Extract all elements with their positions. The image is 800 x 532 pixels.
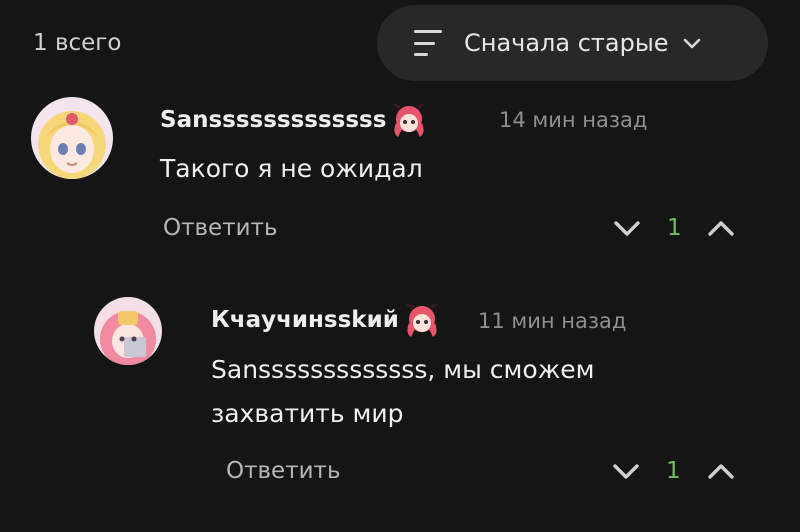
avatar[interactable]: [94, 297, 162, 365]
comment-count: 1 всего: [33, 30, 122, 56]
comment-text-line: захватить мир: [211, 399, 404, 428]
upvote-button[interactable]: [706, 459, 736, 483]
reply-button[interactable]: Ответить: [226, 458, 341, 484]
author-name: Sansssssssssssss: [160, 107, 387, 133]
avatar[interactable]: [31, 97, 113, 179]
sort-lines-icon: [414, 30, 442, 56]
downvote-button[interactable]: [612, 216, 642, 240]
chevron-down-icon: [683, 38, 700, 49]
comment-time: 14 мин назад: [499, 108, 648, 132]
upvote-button[interactable]: [706, 216, 736, 240]
reply-button[interactable]: Ответить: [163, 215, 278, 241]
anime-girl-badge-icon: [392, 103, 427, 137]
sort-dropdown[interactable]: Сначала старые: [377, 5, 768, 81]
comment-author[interactable]: Кчаучинsskий: [211, 301, 443, 339]
comment-time: 11 мин назад: [478, 309, 627, 333]
comment-text: Такого я не ожидал: [160, 154, 423, 183]
author-name: Кчаучинsskий: [211, 307, 399, 333]
comment-author[interactable]: Sansssssssssssss: [160, 101, 430, 139]
comment-text-line: Sansssssssssssss, мы сможем: [211, 355, 595, 384]
vote-score: 1: [667, 215, 682, 241]
vote-score: 1: [666, 458, 681, 484]
anime-girl-badge-icon: [404, 303, 439, 337]
sort-label: Сначала старые: [464, 29, 669, 57]
avatar-image: [94, 297, 162, 365]
avatar-image: [31, 97, 113, 179]
downvote-button[interactable]: [611, 459, 641, 483]
